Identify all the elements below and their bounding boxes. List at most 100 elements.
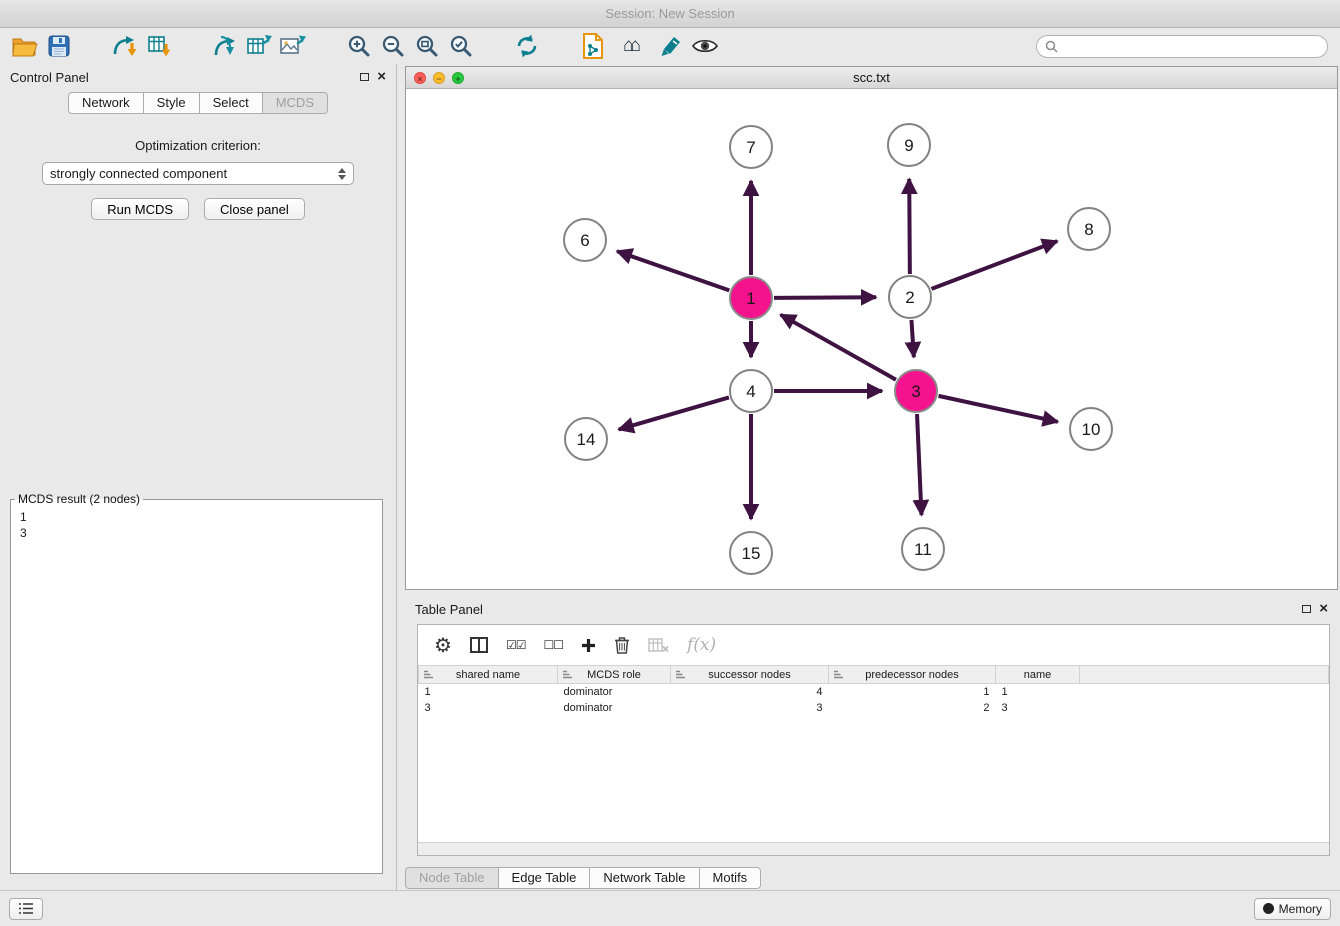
table-toolbar: ⚙ ☑☑ ☐☐ f(x): [418, 625, 1329, 665]
tab-network-table[interactable]: Network Table: [590, 867, 699, 889]
new-network-button[interactable]: [208, 31, 242, 61]
zoom-in-icon: [347, 34, 371, 58]
column-header-mcds-role[interactable]: MCDS role: [558, 666, 671, 684]
import-table-file-button[interactable]: [142, 31, 176, 61]
refresh-icon: [515, 34, 539, 58]
delete-column-icon: [648, 637, 669, 653]
float-panel-icon[interactable]: [360, 73, 369, 81]
eye-icon: [692, 37, 718, 55]
table-panel: Table Panel × ⚙ ☑☑ ☐☐ f(x) shared name M…: [405, 596, 1338, 890]
refresh-layout-button[interactable]: [510, 31, 544, 61]
tab-node-table[interactable]: Node Table: [405, 867, 499, 889]
graph-node-label: 7: [746, 138, 755, 157]
table-panel-tabs: Node Table Edge Table Network Table Moti…: [405, 867, 761, 889]
zoom-selected-icon: [449, 34, 473, 58]
zoom-in-button[interactable]: [342, 31, 376, 61]
save-icon: [48, 35, 70, 57]
network-canvas[interactable]: 7968124314101511: [406, 89, 1337, 589]
show-hide-button[interactable]: [688, 31, 722, 61]
control-panel: Control Panel × Network Style Select MCD…: [0, 64, 397, 890]
export-table-button[interactable]: [242, 31, 276, 61]
control-panel-title: Control Panel: [10, 70, 89, 85]
tab-network[interactable]: Network: [68, 92, 144, 114]
graph-node-label: 11: [914, 540, 932, 559]
graph-edge[interactable]: [917, 414, 921, 515]
node-table: shared name MCDS role successor nodes pr…: [418, 665, 1329, 716]
add-column-icon[interactable]: [581, 638, 596, 653]
tab-mcds[interactable]: MCDS: [263, 92, 328, 114]
graph-node-label: 1: [746, 289, 755, 308]
memory-button-label: Memory: [1279, 902, 1322, 916]
graph-node-label: 14: [577, 430, 596, 449]
zoom-selected-button[interactable]: [444, 31, 478, 61]
mcds-result-title: MCDS result (2 nodes): [15, 492, 143, 506]
save-session-button[interactable]: [42, 31, 76, 61]
zoom-out-icon: [381, 34, 405, 58]
column-header-name[interactable]: name: [996, 666, 1080, 684]
graph-node-label: 10: [1082, 420, 1101, 439]
minimize-window-icon[interactable]: −: [433, 72, 445, 84]
task-history-button[interactable]: [9, 898, 43, 920]
graph-edge[interactable]: [617, 251, 729, 290]
search-input[interactable]: [1063, 39, 1319, 53]
table-horizontal-scrollbar[interactable]: [418, 842, 1329, 855]
network-window-titlebar[interactable]: scc.txt × − +: [406, 67, 1337, 89]
zoom-fit-button[interactable]: [410, 31, 444, 61]
tab-select[interactable]: Select: [200, 92, 263, 114]
titlebar: Session: New Session: [0, 0, 1340, 28]
export-image-button[interactable]: [276, 31, 310, 61]
graph-edge[interactable]: [774, 297, 876, 298]
style-button[interactable]: [654, 31, 688, 61]
float-table-panel-icon[interactable]: [1302, 605, 1311, 613]
column-header-shared-name[interactable]: shared name: [419, 666, 558, 684]
delete-icon[interactable]: [614, 636, 630, 654]
graph-edge[interactable]: [932, 241, 1058, 289]
open-folder-icon: [12, 36, 38, 57]
close-panel-icon[interactable]: ×: [377, 72, 386, 82]
tab-style[interactable]: Style: [144, 92, 200, 114]
run-mcds-button[interactable]: Run MCDS: [91, 198, 189, 220]
graph-node-label: 6: [580, 231, 589, 250]
column-header-predecessor-nodes[interactable]: predecessor nodes: [829, 666, 996, 684]
memory-button[interactable]: Memory: [1254, 898, 1331, 920]
main-toolbar: ⌂⌂: [0, 28, 1340, 64]
graph-edge[interactable]: [938, 396, 1057, 422]
column-sort-icon: [675, 670, 685, 679]
graph-edge[interactable]: [909, 179, 910, 274]
graph-edge[interactable]: [911, 320, 913, 357]
column-header-successor-nodes[interactable]: successor nodes: [671, 666, 829, 684]
tab-motifs[interactable]: Motifs: [700, 867, 762, 889]
gear-icon[interactable]: ⚙: [434, 633, 452, 658]
graph-edge[interactable]: [619, 397, 729, 429]
status-bar: Memory: [0, 890, 1340, 926]
column-sort-icon: [562, 670, 572, 679]
control-panel-tabs: Network Style Select MCDS: [68, 92, 328, 114]
network-window: scc.txt × − + 7968124314101511: [405, 66, 1338, 590]
select-all-icon[interactable]: ☑☑: [506, 638, 526, 652]
tab-edge-table[interactable]: Edge Table: [499, 867, 591, 889]
table-row[interactable]: 3 dominator 3 2 3: [419, 700, 1329, 716]
function-builder-button: f(x): [687, 635, 716, 655]
open-file-button[interactable]: [8, 31, 42, 61]
close-table-panel-icon[interactable]: ×: [1319, 604, 1328, 614]
mcds-result-line: 1: [20, 509, 373, 525]
deselect-all-icon[interactable]: ☐☐: [543, 638, 563, 652]
close-window-icon[interactable]: ×: [414, 72, 426, 84]
graph-edge[interactable]: [781, 315, 896, 380]
zoom-out-button[interactable]: [376, 31, 410, 61]
import-network-file-button[interactable]: [108, 31, 142, 61]
export-image-icon: [280, 35, 306, 57]
search-box[interactable]: [1036, 35, 1328, 58]
optimization-criterion-value: strongly connected component: [50, 166, 227, 181]
column-layout-icon[interactable]: [470, 637, 488, 653]
control-panel-header: Control Panel ×: [0, 64, 396, 90]
network-document-button[interactable]: [576, 31, 610, 61]
home-networks-button[interactable]: ⌂⌂: [610, 31, 654, 61]
maximize-window-icon[interactable]: +: [452, 72, 464, 84]
table-row[interactable]: 1 dominator 4 1 1: [419, 684, 1329, 700]
style-brush-icon: [660, 35, 682, 57]
close-panel-button[interactable]: Close panel: [204, 198, 305, 220]
optimization-criterion-select[interactable]: strongly connected component: [42, 162, 354, 185]
column-header-filler: [1080, 666, 1329, 684]
table-panel-title: Table Panel: [415, 602, 483, 617]
